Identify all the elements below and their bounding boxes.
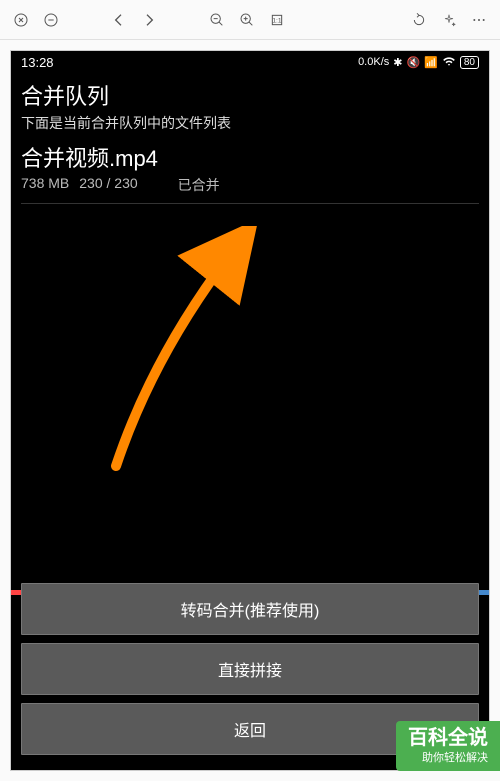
file-size: 738 MB: [21, 175, 69, 195]
zoom-in-icon[interactable]: [236, 9, 258, 31]
watermark: 百科全说 助你轻松解决: [396, 721, 500, 771]
zoom-out-icon[interactable]: [206, 9, 228, 31]
forward-icon[interactable]: [138, 9, 160, 31]
minimize-circle-icon[interactable]: [40, 9, 62, 31]
status-right: 0.0K/s ✱ 🔇 📶 80: [358, 54, 479, 71]
more-icon[interactable]: [468, 9, 490, 31]
divider: [21, 203, 479, 204]
transcode-merge-button[interactable]: 转码合并(推荐使用): [21, 583, 479, 635]
back-icon[interactable]: [108, 9, 130, 31]
wifi-icon: [442, 54, 456, 71]
arrow-annotation: [96, 226, 276, 481]
bluetooth-icon: ✱: [393, 56, 402, 69]
file-name: 合并视频.mp4: [21, 141, 479, 173]
battery-icon: 80: [460, 56, 479, 69]
page-title: 合并队列: [21, 79, 479, 111]
mute-icon: 🔇: [406, 56, 420, 69]
file-status: 已合并: [178, 175, 220, 195]
svg-text:1:1: 1:1: [272, 17, 282, 24]
file-progress: 230 / 230: [79, 175, 137, 195]
watermark-title: 百科全说: [408, 727, 488, 749]
sparkle-icon[interactable]: [438, 9, 460, 31]
image-viewer: 13:28 0.0K/s ✱ 🔇 📶 80 合并队列 下面是当前合并队列中的文件…: [0, 40, 500, 781]
phone-screenshot: 13:28 0.0K/s ✱ 🔇 📶 80 合并队列 下面是当前合并队列中的文件…: [10, 50, 490, 771]
phone-status-bar: 13:28 0.0K/s ✱ 🔇 📶 80: [11, 51, 489, 73]
main-content: 合并队列 下面是当前合并队列中的文件列表 合并视频.mp4 738 MB 230…: [11, 73, 489, 210]
page-subtitle: 下面是当前合并队列中的文件列表: [21, 113, 479, 133]
signal-icon: 📶: [424, 56, 438, 69]
close-circle-icon[interactable]: [10, 9, 32, 31]
file-info-row: 738 MB 230 / 230 已合并: [21, 175, 479, 195]
network-speed: 0.0K/s: [358, 56, 389, 68]
watermark-subtitle: 助你轻松解决: [408, 749, 488, 765]
direct-splice-button[interactable]: 直接拼接: [21, 643, 479, 695]
status-time: 13:28: [21, 55, 54, 70]
actual-size-icon[interactable]: 1:1: [266, 9, 288, 31]
rotate-icon[interactable]: [408, 9, 430, 31]
browser-toolbar: 1:1: [0, 0, 500, 40]
